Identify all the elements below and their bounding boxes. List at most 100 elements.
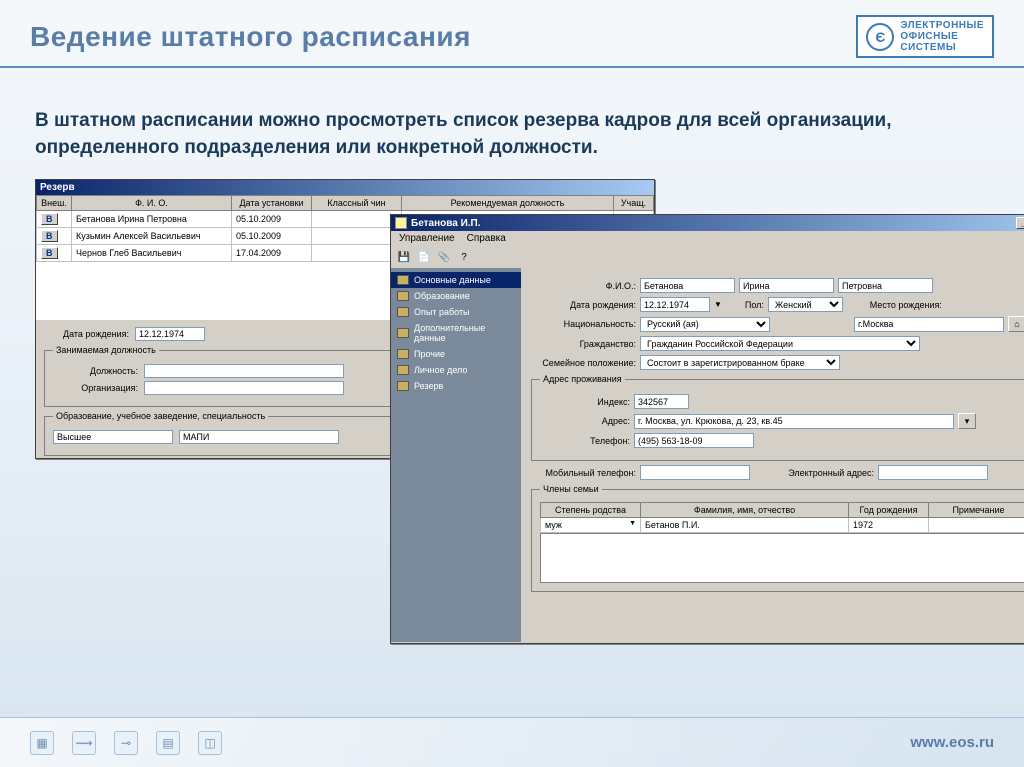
ext-button[interactable]: В (41, 247, 58, 259)
folder-icon (397, 307, 409, 317)
family-table: Степень родства Фамилия, имя, отчество Г… (540, 502, 1024, 533)
fio-label: Ф.И.О.: (531, 281, 636, 291)
folder-icon (397, 328, 409, 338)
slide-body-text: В штатном расписании можно просмотреть с… (35, 108, 935, 161)
address-group: Адрес проживания Индекс: Адрес: ▾ Телефо… (531, 374, 1024, 461)
logo: Є ЭЛЕКТРОННЫЕ ОФИСНЫЕ СИСТЕМЫ (856, 15, 994, 58)
sidebar-item-other[interactable]: Прочие (391, 346, 521, 362)
sidebar-item-reserve[interactable]: Резерв (391, 378, 521, 394)
menu-upravlenie[interactable]: Управление (399, 233, 455, 244)
marital-label: Семейное положение: (531, 358, 636, 368)
org-field[interactable] (144, 381, 344, 395)
person-title: Бетанова И.П. (411, 218, 481, 229)
col-relation[interactable]: Степень родства (541, 503, 641, 518)
folder-icon (397, 349, 409, 359)
expand-icon[interactable]: ▾ (958, 413, 976, 429)
sidebar-item-main[interactable]: Основные данные (391, 272, 521, 288)
col-stu[interactable]: Учащ. (614, 196, 654, 211)
birthplace-field[interactable] (854, 317, 1004, 332)
col-rank[interactable]: Классный чин (312, 196, 402, 211)
col-year[interactable]: Год рождения (849, 503, 929, 518)
minimize-button[interactable]: _ (1016, 217, 1024, 229)
dob-field[interactable] (135, 327, 205, 341)
mobile-field[interactable] (640, 465, 750, 480)
dropdown-icon[interactable]: ▼ (714, 300, 722, 309)
phone-field[interactable] (634, 433, 754, 448)
footer-url: www.eos.ru (910, 734, 994, 751)
logo-line1: ЭЛЕКТРОННЫЕ (900, 20, 984, 31)
nationality-label: Национальность: (531, 319, 636, 329)
position-field[interactable] (144, 364, 344, 378)
folder-icon (397, 365, 409, 375)
phone-label: Телефон: (540, 436, 630, 446)
toolbar: 💾 📄 📎 ? (391, 246, 1024, 268)
sex-label: Пол: (726, 300, 764, 310)
dob-label: Дата рождения: (44, 329, 129, 339)
reserve-titlebar[interactable]: Резерв (36, 180, 654, 195)
attach-icon[interactable]: 📎 (435, 248, 453, 266)
reserve-title: Резерв (40, 182, 75, 193)
middlename-field[interactable] (838, 278, 933, 293)
sidebar-item-additional[interactable]: Дополнительные данные (391, 320, 521, 346)
col-ext[interactable]: Внеш. (37, 196, 72, 211)
index-field[interactable] (634, 394, 689, 409)
citizenship-label: Гражданство: (531, 339, 636, 349)
col-pos[interactable]: Рекомендуемая должность (402, 196, 614, 211)
email-label: Электронный адрес: (754, 468, 874, 478)
home-icon[interactable]: ⌂ (1008, 316, 1024, 332)
person-window: Бетанова И.П. _ □ × Управление Справка 💾… (390, 214, 1024, 644)
email-field[interactable] (878, 465, 988, 480)
ext-button[interactable]: В (41, 230, 58, 242)
footer: ▦ ⟿ ⊸ ▤ ◫ www.eos.ru (0, 717, 1024, 767)
footer-icon: ⊸ (114, 731, 138, 755)
edu-level-field[interactable] (53, 430, 173, 444)
firstname-field[interactable] (739, 278, 834, 293)
index-label: Индекс: (540, 397, 630, 407)
sidebar-item-experience[interactable]: Опыт работы (391, 304, 521, 320)
footer-icon: ◫ (198, 731, 222, 755)
sidebar-item-personal[interactable]: Личное дело (391, 362, 521, 378)
footer-icon: ▤ (156, 731, 180, 755)
save-icon[interactable]: 💾 (395, 248, 413, 266)
folder-icon (397, 275, 409, 285)
menu-spravka[interactable]: Справка (467, 233, 506, 244)
person-titlebar[interactable]: Бетанова И.П. _ □ × (391, 215, 1024, 231)
folder-icon (397, 291, 409, 301)
menubar: Управление Справка (391, 231, 1024, 246)
footer-icon: ⟿ (72, 731, 96, 755)
dropdown-icon[interactable]: ▼ (629, 520, 636, 527)
birthplace-label: Место рождения: (847, 300, 942, 310)
logo-icon: Є (866, 23, 894, 51)
folder-icon (397, 381, 409, 391)
lastname-field[interactable] (640, 278, 735, 293)
footer-icon: ▦ (30, 731, 54, 755)
copy-icon[interactable]: 📄 (415, 248, 433, 266)
sex-select[interactable]: Женский (768, 297, 843, 312)
table-row[interactable]: муж ▼ Бетанов П.И. 1972 × (541, 518, 1024, 533)
position-label: Должность: (53, 366, 138, 376)
dob-label: Дата рождения: (531, 300, 636, 310)
col-fio[interactable]: Ф. И. О. (72, 196, 232, 211)
ext-button[interactable]: В (41, 213, 58, 225)
marital-select[interactable]: Состоит в зарегистрированном браке (640, 355, 840, 370)
family-group: Члены семьи Степень родства Фамилия, имя… (531, 484, 1024, 592)
mobile-label: Мобильный телефон: (531, 468, 636, 478)
address-label: Адрес: (540, 416, 630, 426)
address-field[interactable] (634, 414, 954, 429)
dob-field[interactable] (640, 297, 710, 312)
col-note[interactable]: Примечание (929, 503, 1024, 518)
help-icon[interactable]: ? (455, 248, 473, 266)
app-icon (395, 217, 407, 229)
col-family-fio[interactable]: Фамилия, имя, отчество (641, 503, 849, 518)
citizenship-select[interactable]: Гражданин Российской Федерации (640, 336, 920, 351)
slide-title: Ведение штатного расписания (30, 21, 471, 53)
logo-line2: ОФИСНЫЕ (900, 31, 984, 42)
col-date[interactable]: Дата установки (232, 196, 312, 211)
edu-inst-field[interactable] (179, 430, 339, 444)
sidebar-item-education[interactable]: Образование (391, 288, 521, 304)
logo-line3: СИСТЕМЫ (900, 42, 984, 53)
sidebar: Основные данные Образование Опыт работы … (391, 268, 521, 642)
org-label: Организация: (53, 383, 138, 393)
nationality-select[interactable]: Русский (ая) (640, 317, 770, 332)
person-form: Ф.И.О.: Дата рождения: ▼ Пол: Женский Ме… (521, 268, 1024, 642)
